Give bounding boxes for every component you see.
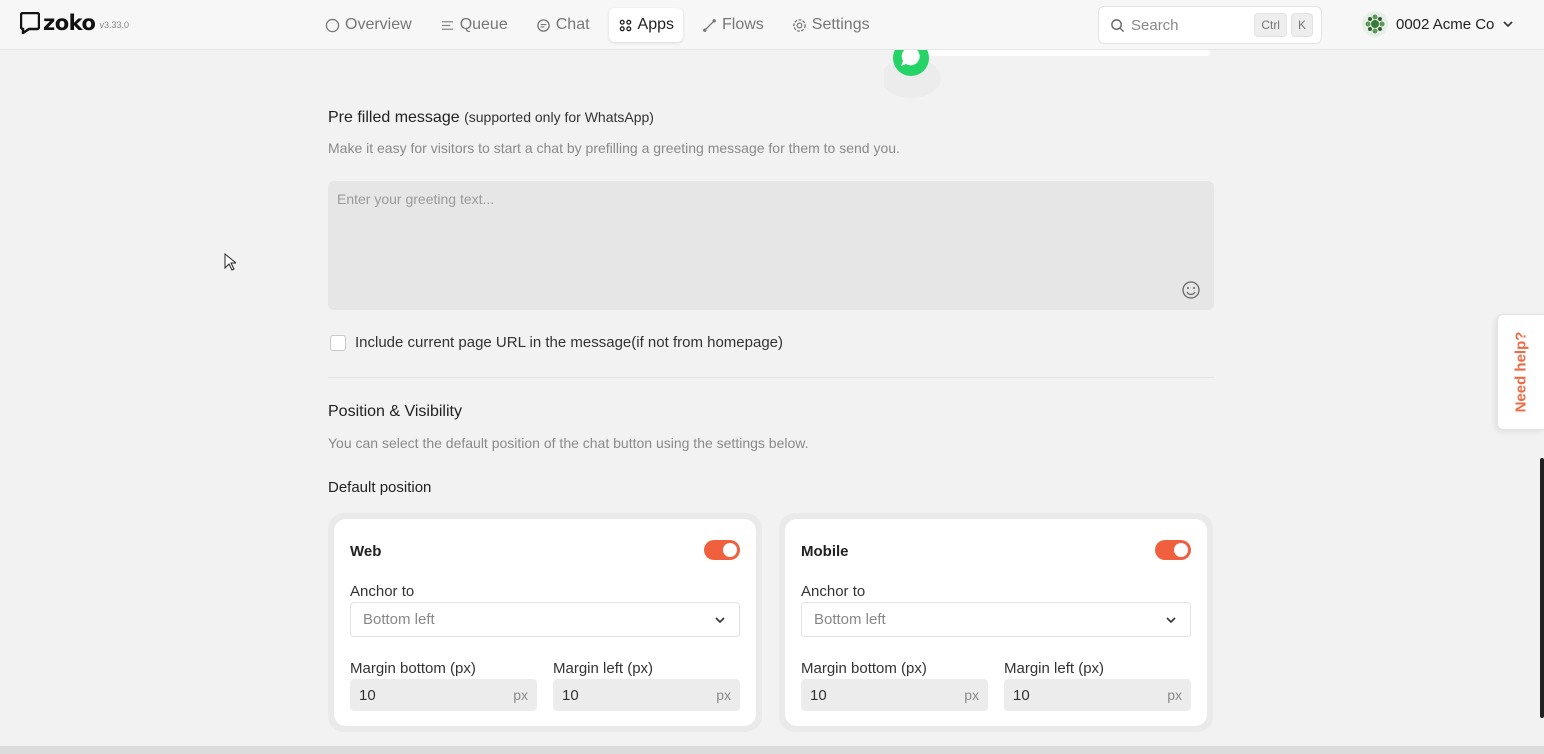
mobile-margin-bottom-unit: px — [964, 687, 979, 703]
web-anchor-value: Bottom left — [363, 611, 435, 628]
mobile-margin-bottom-label: Margin bottom (px) — [801, 660, 927, 677]
web-margin-left-input[interactable]: 10 px — [553, 679, 740, 711]
mobile-anchor-label: Anchor to — [801, 583, 866, 600]
web-margin-left-unit: px — [716, 687, 731, 703]
gear-icon — [793, 18, 806, 32]
mobile-margin-left-value: 10 — [1013, 686, 1030, 704]
mobile-card-body: Mobile Anchor to Bottom left Margin bott… — [785, 519, 1207, 726]
include-url-label: Include current page URL in the message(… — [355, 334, 784, 351]
web-margin-left-value: 10 — [562, 686, 579, 704]
app-logo[interactable]: zoko v3.33.0 — [20, 12, 129, 34]
queue-icon — [441, 20, 453, 30]
nav-flows[interactable]: Flows — [693, 8, 773, 42]
search-label: Search — [1131, 16, 1179, 34]
shortcut-k: K — [1290, 13, 1313, 37]
web-anchor-select[interactable]: Bottom left — [350, 602, 740, 637]
mobile-anchor-select[interactable]: Bottom left — [801, 602, 1191, 637]
logo-text: zoko — [43, 11, 96, 35]
nav-overview[interactable]: Overview — [316, 8, 421, 42]
mobile-position-card: Mobile Anchor to Bottom left Margin bott… — [779, 513, 1213, 732]
web-card-body: Web Anchor to Bottom left Margin bottom … — [334, 519, 756, 726]
account-switcher[interactable]: 0002 Acme Co — [1362, 11, 1514, 37]
section-divider — [328, 377, 1214, 378]
default-position-label: Default position — [328, 479, 432, 496]
nav-settings[interactable]: Settings — [783, 8, 879, 42]
nav-settings-label: Settings — [811, 16, 870, 33]
prefill-description: Make it easy for visitors to start a cha… — [328, 140, 900, 156]
nav-apps-label: Apps — [637, 16, 674, 33]
nav-apps[interactable]: Apps — [608, 8, 683, 42]
nav-queue[interactable]: Queue — [431, 8, 517, 42]
mobile-margin-bottom-input[interactable]: 10 px — [801, 679, 988, 711]
need-help-tab[interactable]: Need help? — [1497, 314, 1544, 430]
bottom-edge — [0, 746, 1544, 754]
mobile-margin-left-unit: px — [1167, 687, 1182, 703]
logo-icon — [20, 12, 40, 34]
shortcut-ctrl: Ctrl — [1254, 13, 1287, 37]
web-card-title: Web — [350, 543, 382, 560]
search-icon — [1111, 18, 1125, 32]
page-scrollbar[interactable] — [1540, 458, 1544, 718]
flow-icon — [703, 18, 716, 32]
nav-overview-label: Overview — [345, 16, 412, 33]
greeting-input[interactable] — [328, 181, 1214, 310]
avatar-icon — [1365, 14, 1385, 34]
mobile-margin-left-label: Margin left (px) — [1004, 660, 1105, 677]
include-url-checkbox[interactable] — [330, 334, 346, 351]
main-nav: Overview Queue Chat Apps Flows Settings — [316, 8, 879, 42]
mouse-cursor-icon — [224, 253, 236, 271]
web-margin-bottom-value: 10 — [359, 686, 376, 704]
mobile-toggle[interactable] — [1155, 540, 1191, 560]
mobile-margin-left-input[interactable]: 10 px — [1004, 679, 1191, 711]
web-anchor-label: Anchor to — [350, 583, 415, 600]
web-margin-bottom-unit: px — [513, 687, 528, 703]
web-margin-left-label: Margin left (px) — [553, 660, 654, 677]
chevron-down-icon — [1503, 21, 1513, 28]
include-url-option: Include current page URL in the message(… — [330, 334, 783, 351]
web-position-card: Web Anchor to Bottom left Margin bottom … — [328, 513, 762, 732]
mobile-anchor-value: Bottom left — [814, 611, 886, 628]
mobile-margin-bottom-value: 10 — [810, 686, 827, 704]
chevron-down-icon — [715, 616, 725, 623]
prefill-title-text: Pre filled message — [328, 109, 460, 126]
whatsapp-preview-icon — [884, 50, 1210, 98]
prefill-title: Pre filled message (supported only for W… — [328, 109, 654, 127]
chevron-down-icon — [1166, 616, 1176, 623]
account-avatar — [1362, 11, 1388, 37]
position-title: Position & Visibility — [328, 403, 462, 420]
account-name: 0002 Acme Co — [1396, 15, 1495, 33]
top-bar: zoko v3.33.0 Overview Queue Chat Apps Fl… — [0, 0, 1544, 50]
search-box[interactable]: Search Ctrl K — [1098, 6, 1322, 44]
web-margin-bottom-input[interactable]: 10 px — [350, 679, 537, 711]
chat-icon — [536, 18, 550, 32]
prefill-title-note: (supported only for WhatsApp) — [464, 109, 654, 125]
app-version: v3.33.0 — [99, 20, 130, 30]
nav-chat[interactable]: Chat — [527, 8, 599, 42]
web-margin-bottom-label: Margin bottom (px) — [350, 660, 476, 677]
need-help-label: Need help? — [1512, 331, 1530, 413]
nav-chat-label: Chat — [555, 16, 590, 33]
nav-flows-label: Flows — [722, 16, 764, 33]
nav-queue-label: Queue — [459, 16, 508, 33]
emoji-icon[interactable] — [1181, 280, 1201, 300]
circle-icon — [325, 18, 340, 32]
web-toggle[interactable] — [704, 540, 740, 560]
grid-icon — [619, 19, 631, 31]
mobile-card-title: Mobile — [801, 543, 849, 560]
position-description: You can select the default position of t… — [328, 435, 809, 451]
